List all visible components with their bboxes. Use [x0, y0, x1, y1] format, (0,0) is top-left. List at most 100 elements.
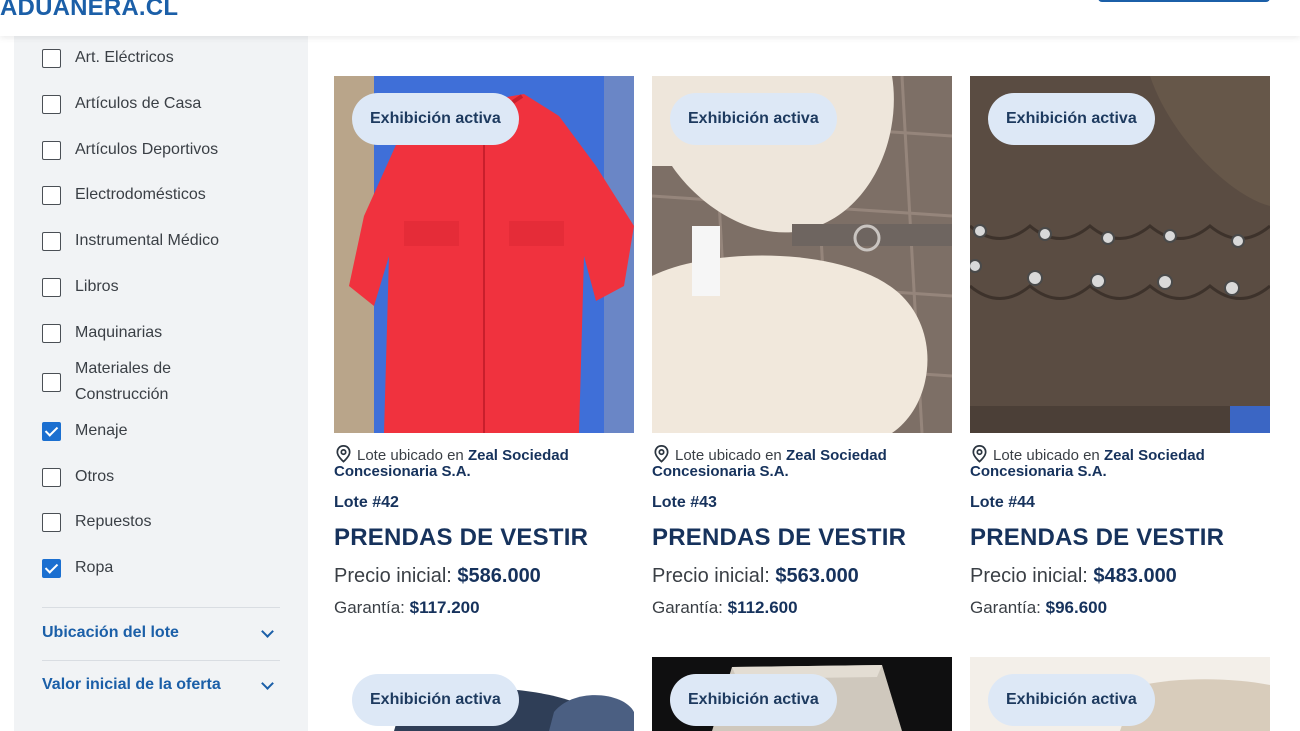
lot-image[interactable]: Exhibición activa: [970, 657, 1270, 731]
filter-repuestos[interactable]: Repuestos: [42, 509, 152, 535]
lot-image[interactable]: Exhibición activa: [334, 76, 634, 433]
lot-card[interactable]: Exhibición activa: [970, 657, 1270, 731]
lot-image[interactable]: Exhibición activa: [970, 76, 1270, 433]
filter-label: Artículos Deportivos: [75, 141, 219, 158]
price-value: $586.000: [457, 565, 541, 587]
filter-label: Instrumental Médico: [75, 232, 220, 249]
chevron-down-icon: [261, 624, 274, 638]
location-name: Zeal Sociedad: [467, 447, 569, 464]
filters-sidebar: Art. Eléctricos Artículos de Casa Artícu…: [14, 36, 308, 731]
location-pin-icon: [972, 445, 987, 463]
header-action-button[interactable]: [1098, 0, 1270, 2]
price-label: Precio inicial:: [334, 565, 452, 587]
guarantee-value: $117.200: [409, 598, 480, 617]
filter-label: Electrodomésticos: [75, 186, 206, 203]
filter-ropa[interactable]: Ropa: [42, 555, 113, 581]
checkbox[interactable]: [42, 140, 61, 160]
site-logo[interactable]: ADUANERA.CL: [0, 0, 178, 22]
divider: [42, 660, 280, 661]
lot-number: Lote #43: [652, 494, 717, 511]
filter-materiales-de-construccion[interactable]: Materiales de Construcción: [42, 356, 171, 408]
status-badge: Exhibición activa: [352, 93, 519, 145]
guarantee: Garantía: $112.600: [652, 598, 798, 618]
location-name: Zeal Sociedad: [1103, 447, 1205, 464]
checkbox-checked[interactable]: [42, 421, 61, 441]
checkbox-checked[interactable]: [42, 558, 61, 578]
filter-label: Artículos de Casa: [75, 95, 202, 112]
accordion-label: Ubicación del lote: [42, 624, 179, 641]
accordion-label: Valor inicial de la oferta: [42, 676, 221, 693]
location-prefix: Lote ubicado en: [675, 447, 782, 464]
top-header: ADUANERA.CL: [0, 0, 1300, 36]
location-name-line2: Concesionaria S.A.: [970, 463, 1107, 480]
guarantee-value: $96.600: [1045, 598, 1108, 617]
lot-image[interactable]: Exhibición activa: [334, 657, 634, 731]
checkbox[interactable]: [42, 372, 61, 392]
initial-price: Precio inicial: $563.000: [652, 565, 859, 588]
filter-maquinarias[interactable]: Maquinarias: [42, 320, 162, 346]
price-value: $483.000: [1093, 565, 1177, 587]
filter-art-electricos[interactable]: Art. Eléctricos: [42, 45, 174, 71]
location-pin-icon: [654, 445, 669, 463]
guarantee-label: Garantía:: [970, 598, 1041, 617]
lot-location: Lote ubicado en Zeal Sociedad Concesionar…: [970, 444, 1270, 480]
filter-libros[interactable]: Libros: [42, 274, 119, 300]
status-badge: Exhibición activa: [670, 93, 837, 145]
filter-label: Repuestos: [75, 513, 152, 530]
lot-number: Lote #42: [334, 494, 399, 511]
checkbox[interactable]: [42, 512, 61, 532]
guarantee: Garantía: $96.600: [970, 598, 1107, 618]
lot-location: Lote ubicado en Zeal Sociedad Concesionar…: [334, 444, 634, 480]
price-label: Precio inicial:: [970, 565, 1088, 587]
search-icon[interactable]: [952, 0, 966, 4]
guarantee-label: Garantía:: [334, 598, 405, 617]
location-prefix: Lote ubicado en: [357, 447, 464, 464]
filter-label: Ropa: [75, 559, 114, 576]
accordion-ubicacion-del-lote[interactable]: Ubicación del lote: [42, 624, 280, 642]
filter-instrumental-medico[interactable]: Instrumental Médico: [42, 228, 219, 254]
guarantee-label: Garantía:: [652, 598, 723, 617]
lot-location: Lote ubicado en Zeal Sociedad Concesionar…: [652, 444, 952, 480]
filter-menaje[interactable]: Menaje: [42, 418, 127, 444]
filter-electrodomesticos[interactable]: Electrodomésticos: [42, 182, 206, 208]
lot-title[interactable]: PRENDAS DE VESTIR: [334, 524, 588, 552]
filter-label: Otros: [75, 468, 115, 485]
lot-image[interactable]: Exhibición activa: [652, 657, 952, 731]
lot-title[interactable]: PRENDAS DE VESTIR: [970, 524, 1224, 552]
checkbox[interactable]: [42, 277, 61, 297]
initial-price: Precio inicial: $483.000: [970, 565, 1177, 588]
location-pin-icon: [336, 445, 351, 463]
lot-image[interactable]: Exhibición activa: [652, 76, 952, 433]
lot-card[interactable]: Exhibición activa: [334, 657, 634, 731]
chevron-down-icon: [261, 676, 274, 690]
status-badge: Exhibición activa: [988, 674, 1155, 726]
accordion-valor-inicial[interactable]: Valor inicial de la oferta: [42, 676, 280, 694]
checkbox[interactable]: [42, 231, 61, 251]
guarantee-value: $112.600: [727, 598, 798, 617]
initial-price: Precio inicial: $586.000: [334, 565, 541, 588]
filter-otros[interactable]: Otros: [42, 464, 114, 490]
filter-label: Maquinarias: [75, 324, 163, 341]
location-prefix: Lote ubicado en: [993, 447, 1100, 464]
filter-label: Materiales de Construcción: [75, 356, 171, 408]
location-name-line2: Concesionaria S.A.: [334, 463, 471, 480]
price-value: $563.000: [775, 565, 859, 587]
filter-articulos-de-casa[interactable]: Artículos de Casa: [42, 91, 201, 117]
lot-card[interactable]: Exhibición activa: [652, 657, 952, 731]
checkbox[interactable]: [42, 185, 61, 205]
guarantee: Garantía: $117.200: [334, 598, 480, 618]
lot-number: Lote #44: [970, 494, 1035, 511]
divider: [42, 607, 280, 608]
filter-label-line1: Materiales de: [75, 360, 172, 377]
lot-title[interactable]: PRENDAS DE VESTIR: [652, 524, 906, 552]
filter-articulos-deportivos[interactable]: Artículos Deportivos: [42, 137, 218, 163]
checkbox[interactable]: [42, 94, 61, 114]
price-label: Precio inicial:: [652, 565, 770, 587]
status-badge: Exhibición activa: [988, 93, 1155, 145]
location-name: Zeal Sociedad: [785, 447, 887, 464]
checkbox[interactable]: [42, 467, 61, 487]
status-badge: Exhibición activa: [352, 674, 519, 726]
filter-label-line2: Construcción: [75, 386, 169, 403]
checkbox[interactable]: [42, 48, 61, 68]
checkbox[interactable]: [42, 323, 61, 343]
